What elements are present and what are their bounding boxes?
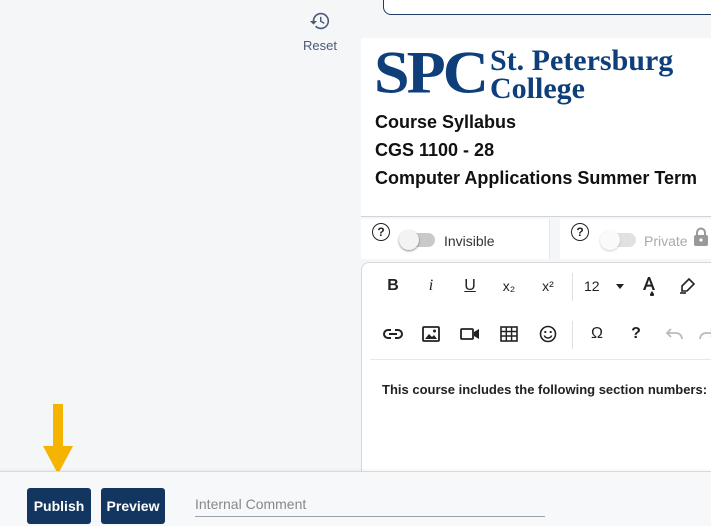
publish-button[interactable]: Publish [27, 488, 91, 524]
video-camera-icon [460, 327, 479, 340]
internal-comment-input[interactable] [195, 492, 545, 517]
privacy-label: Private [644, 233, 688, 249]
help-button[interactable]: ? [621, 319, 651, 349]
undo-icon [665, 328, 683, 339]
link-button[interactable] [378, 319, 408, 349]
redo-button[interactable] [698, 319, 711, 349]
visibility-switch[interactable] [399, 230, 435, 250]
subscript-button[interactable]: x₂ [494, 271, 524, 301]
editor-content[interactable]: This course includes the following secti… [382, 382, 707, 397]
underline-button[interactable]: U [455, 271, 485, 301]
toolbar-separator [572, 273, 573, 301]
smiley-icon [539, 325, 557, 343]
help-icon[interactable]: ? [571, 223, 589, 241]
visibility-label: Invisible [444, 233, 495, 249]
video-button[interactable] [455, 319, 485, 349]
privacy-toggle-cell: ? Private [560, 219, 711, 259]
highlight-button[interactable] [672, 271, 702, 301]
course-title: Course Syllabus [375, 112, 517, 132]
spc-logo: SPC St. Petersburg College [374, 38, 674, 106]
highlighter-icon [680, 277, 696, 294]
font-color-button[interactable] [634, 271, 664, 301]
reset-button[interactable]: Reset [296, 10, 344, 53]
help-icon[interactable]: ? [372, 223, 390, 241]
link-icon [383, 328, 403, 339]
toolbar-separator [572, 321, 573, 349]
undo-button[interactable] [660, 319, 690, 349]
font-size-select[interactable]: 12 [580, 271, 628, 301]
toolbar-divider [370, 359, 711, 360]
emoji-button[interactable] [533, 319, 563, 349]
bottom-action-bar: Publish Preview [0, 471, 711, 526]
rich-text-editor: B i U x₂ x² 12 Ω ? This course includes … [361, 262, 711, 494]
table-icon [500, 325, 518, 342]
table-button[interactable] [494, 319, 524, 349]
font-color-icon [643, 276, 655, 297]
redo-icon [699, 328, 711, 339]
italic-button[interactable]: i [416, 271, 446, 301]
preview-button[interactable]: Preview [101, 488, 165, 524]
history-icon [309, 12, 330, 30]
reset-label: Reset [303, 38, 337, 53]
special-characters-button[interactable]: Ω [582, 319, 612, 349]
bold-button[interactable]: B [378, 271, 408, 301]
image-icon [422, 325, 440, 342]
course-name: Computer Applications Summer Term [375, 168, 698, 188]
image-button[interactable] [416, 319, 446, 349]
syllabus-header: SPC St. Petersburg College Course Syllab… [361, 38, 711, 217]
lock-icon [694, 227, 708, 246]
superscript-button[interactable]: x² [533, 271, 563, 301]
content-box-edge [383, 0, 711, 15]
visibility-toggle-cell: ? Invisible [361, 219, 550, 259]
caret-down-icon [616, 284, 624, 289]
privacy-switch[interactable] [600, 230, 636, 250]
course-code: CGS 1100 - 28 [375, 140, 495, 160]
down-arrow-icon [43, 404, 73, 474]
